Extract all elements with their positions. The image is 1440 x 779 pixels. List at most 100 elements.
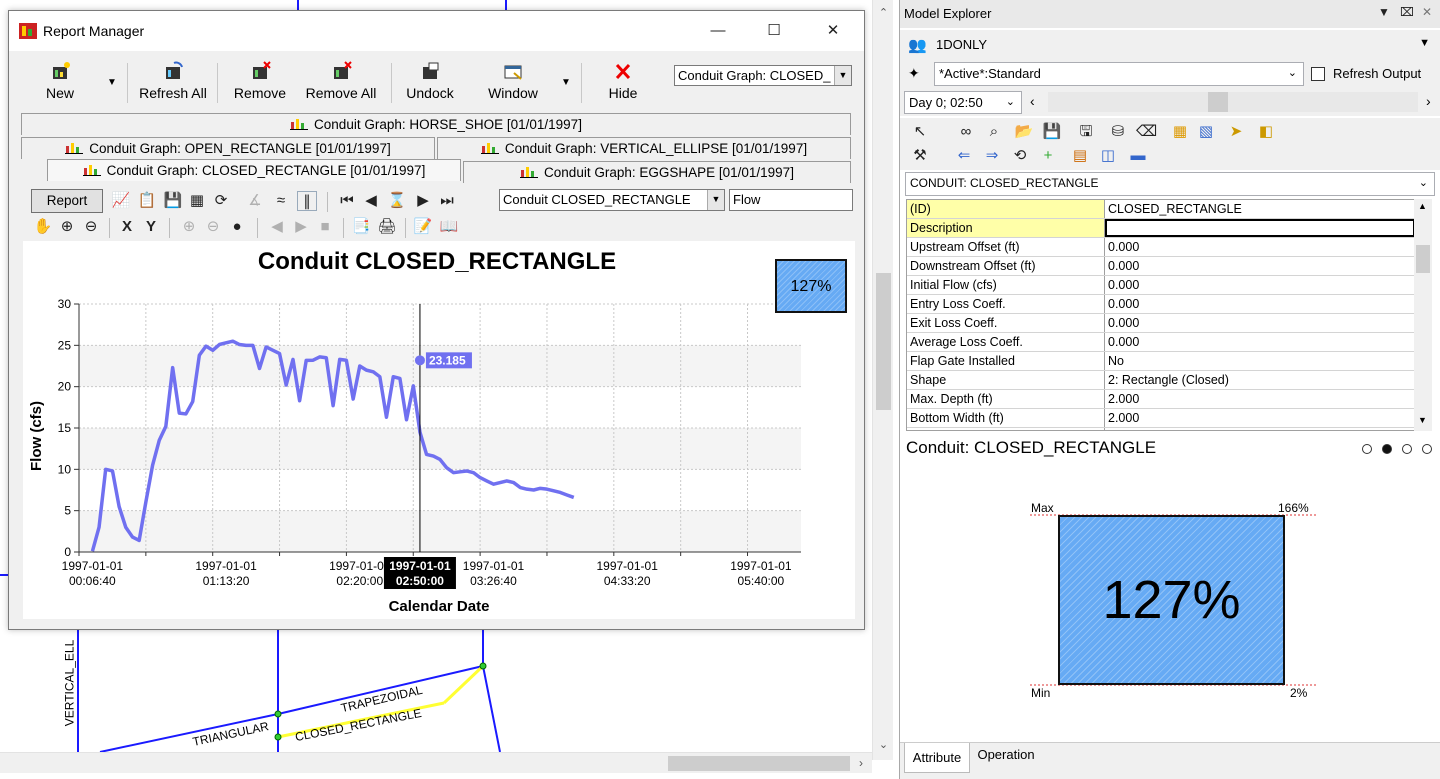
hscroll-thumb[interactable]	[668, 756, 850, 771]
first-frame-icon[interactable]: ⏮	[337, 191, 357, 211]
scroll-down-arrow-icon[interactable]: ⌄	[873, 736, 894, 754]
property-row[interactable]: Average Loss Coeff. 0.000	[907, 333, 1423, 352]
last-frame-icon[interactable]: ⏭	[437, 191, 457, 211]
property-value[interactable]: 2.000	[1105, 390, 1415, 408]
tools-icon[interactable]: ➤	[1226, 122, 1246, 142]
next-frame-icon[interactable]: ▶	[413, 191, 433, 211]
title-bar[interactable]: Report Manager — ☐ ✕	[9, 11, 864, 51]
stop-icon[interactable]: ■	[315, 217, 335, 237]
window-button[interactable]: Window	[483, 61, 543, 109]
layers-icon[interactable]: ◧	[1256, 122, 1276, 142]
panel-close-icon[interactable]: ✕	[1422, 5, 1432, 19]
open-folder-icon[interactable]: 📂	[1014, 122, 1034, 142]
graph-area[interactable]: Conduit CLOSED_RECTANGLE 0 5 10 15 20 25 30 199…	[23, 241, 855, 619]
property-value[interactable]: 1	[1105, 428, 1415, 430]
scenario-chevron-down-icon[interactable]: ▼	[1419, 37, 1430, 49]
property-row[interactable]: Entry Loss Coeff. 0.000	[907, 295, 1423, 314]
hide-button[interactable]: Hide	[601, 61, 645, 109]
maximize-icon[interactable]: ☐	[751, 17, 797, 45]
standard-chevron-down-icon[interactable]: ⌄	[1288, 66, 1297, 79]
property-row[interactable]: (ID) CLOSED_RECTANGLE	[907, 200, 1423, 219]
property-grid-scrollbar[interactable]: ▲ ▼	[1414, 199, 1432, 431]
scroll-thumb[interactable]	[876, 273, 891, 410]
panel-menu-chevron-down-icon[interactable]: ▼	[1378, 5, 1390, 19]
zoom-out-icon[interactable]: ⊖	[81, 217, 101, 237]
property-value[interactable]	[1105, 219, 1415, 237]
properties-icon[interactable]: 📝	[413, 217, 433, 237]
standard-select[interactable]: *Active*:Standard ⌄	[934, 62, 1304, 86]
time-chevron-down-icon[interactable]: ⌄	[1006, 95, 1015, 108]
prop-scroll-up-icon[interactable]: ▲	[1418, 201, 1427, 211]
graph-select-chevron-down-icon[interactable]: ▼	[834, 66, 851, 85]
property-value[interactable]: 0.000	[1105, 295, 1415, 313]
property-row[interactable]: Exit Loss Coeff. 0.000	[907, 314, 1423, 333]
property-value[interactable]: 0.000	[1105, 238, 1415, 256]
remove-button[interactable]: Remove	[229, 61, 291, 109]
time-right-arrow-icon[interactable]: ›	[1426, 93, 1431, 109]
history-icon[interactable]: ⟲	[1010, 146, 1030, 166]
globe-icon[interactable]: ●	[227, 217, 247, 237]
back-arrow-icon[interactable]: ⇐	[954, 146, 974, 166]
property-row[interactable]: Initial Flow (cfs) 0.000	[907, 276, 1423, 295]
y-axis-icon[interactable]: Y	[141, 217, 161, 237]
magnifier-icon[interactable]: ⌕	[984, 122, 1004, 142]
select-pointer-icon[interactable]: ↖	[910, 122, 930, 142]
hourglass-icon[interactable]: ⌛	[387, 191, 407, 211]
time-select[interactable]: Day 0; 02:50 ⌄	[904, 91, 1022, 114]
report-button[interactable]: Report	[31, 189, 103, 213]
graph-select[interactable]: Conduit Graph: CLOSED_ ▼	[674, 65, 852, 86]
axis-settings-icon[interactable]: ∡	[245, 191, 265, 211]
property-value[interactable]: No	[1105, 352, 1415, 370]
link-icon[interactable]: ∞	[956, 122, 976, 142]
help-book-icon[interactable]: 📖	[439, 217, 459, 237]
refresh-all-button[interactable]: Refresh All	[137, 61, 209, 109]
report-manager-window[interactable]: Report Manager — ☐ ✕ New ▼ Refresh All R…	[8, 10, 865, 630]
property-row[interactable]: Number of Barrels1	[907, 428, 1423, 430]
time-slider-thumb[interactable]	[1208, 92, 1228, 112]
table-edit-icon[interactable]: ▤	[1070, 146, 1090, 166]
cursor-line-icon[interactable]: ∥	[297, 191, 317, 211]
hammer-icon[interactable]: ⚒	[910, 146, 930, 166]
property-value[interactable]: 2: Rectangle (Closed)	[1105, 371, 1415, 389]
pin-icon[interactable]: ⌧	[1400, 5, 1414, 19]
chart-bars-icon[interactable]: ▧	[1196, 122, 1216, 142]
property-row[interactable]: Description	[907, 219, 1423, 238]
property-value[interactable]: 0.000	[1105, 333, 1415, 351]
property-row[interactable]: Max. Depth (ft) 2.000	[907, 390, 1423, 409]
page-dot-2[interactable]	[1382, 444, 1392, 454]
tab-attribute[interactable]: Attribute	[904, 743, 970, 773]
scroll-right-arrow-icon[interactable]: ›	[852, 753, 870, 774]
x-axis-icon[interactable]: X	[117, 217, 137, 237]
refresh-icon[interactable]: ⟳	[211, 191, 231, 211]
element-select-chevron-down-icon[interactable]: ▼	[707, 190, 724, 210]
remove-all-button[interactable]: Remove All	[301, 61, 381, 109]
zoom-in-icon[interactable]: ⊕	[57, 217, 77, 237]
grid-icon[interactable]: ▦	[187, 191, 207, 211]
time-left-arrow-icon[interactable]: ‹	[1030, 93, 1035, 109]
property-value[interactable]: 0.000	[1105, 257, 1415, 275]
play-back-icon[interactable]: ◀	[267, 217, 287, 237]
page-dot-3[interactable]	[1402, 444, 1412, 454]
undock-button[interactable]: Undock	[401, 61, 459, 109]
new-dropdown-chevron-icon[interactable]: ▼	[107, 77, 117, 88]
zoom-out-disabled-icon[interactable]: ⊖	[203, 217, 223, 237]
eraser-icon[interactable]: ⌫	[1136, 122, 1157, 142]
pan-hand-icon[interactable]: ✋	[33, 217, 53, 237]
tab-vertical-ellipse[interactable]: Conduit Graph: VERTICAL_ELLIPSE [01/01/1…	[437, 137, 851, 159]
window-dropdown-chevron-icon[interactable]: ▼	[561, 77, 571, 88]
close-icon[interactable]: ✕	[810, 17, 856, 45]
line-chart-icon[interactable]: 📈	[111, 191, 131, 211]
property-value[interactable]: 2.000	[1105, 409, 1415, 427]
disk-icon[interactable]: 🖫	[1076, 122, 1096, 142]
area-chart-icon[interactable]: ≈	[271, 191, 291, 211]
element-dropdown[interactable]: CONDUIT: CLOSED_RECTANGLE ⌄	[905, 172, 1435, 196]
property-row[interactable]: Shape 2: Rectangle (Closed)	[907, 371, 1423, 390]
time-slider-track[interactable]	[1048, 92, 1418, 112]
model-explorer-panel[interactable]: Model Explorer ▼ ⌧ ✕ 👥 1DONLY ▼ ✦ *Activ…	[899, 0, 1440, 779]
variable-field[interactable]: Flow	[729, 189, 853, 211]
prop-scroll-thumb[interactable]	[1416, 245, 1430, 273]
element-chevron-down-icon[interactable]: ⌄	[1419, 176, 1428, 189]
tab-open-rectangle[interactable]: Conduit Graph: OPEN_RECTANGLE [01/01/199…	[21, 137, 435, 159]
page-dot-4[interactable]	[1422, 444, 1432, 454]
report-icon[interactable]: ▦	[1170, 122, 1190, 142]
